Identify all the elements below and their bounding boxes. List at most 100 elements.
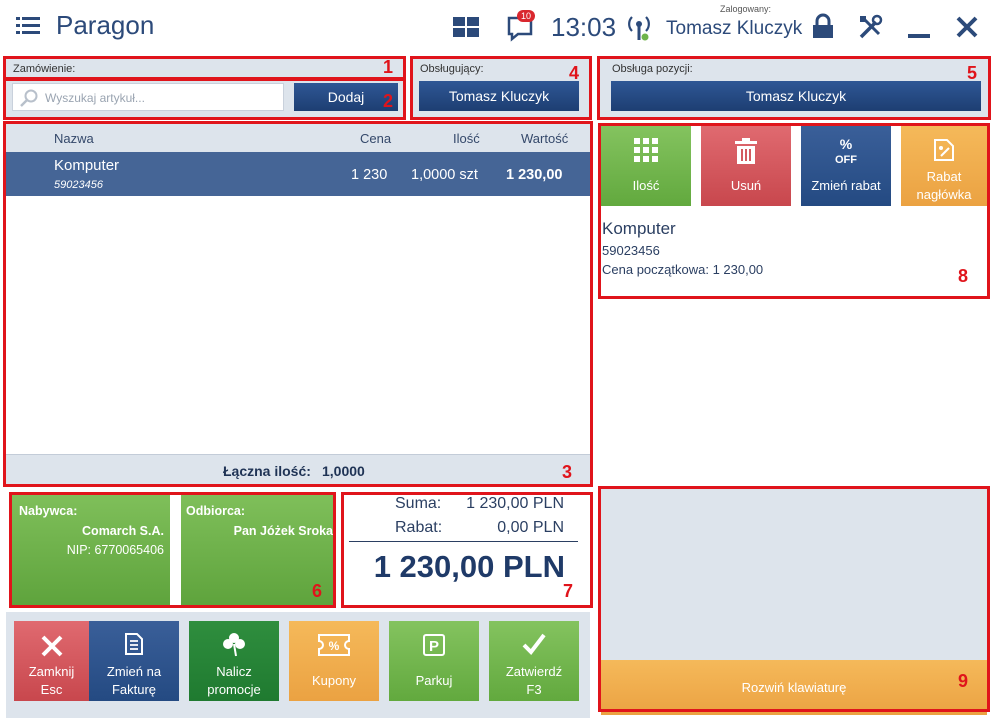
recipient-label: Odbiorca: <box>186 504 246 518</box>
grid-icon <box>634 138 658 162</box>
callout-number-6: 6 <box>312 581 323 601</box>
buyer-name: Comarch S.A. <box>82 524 164 538</box>
remove-tile[interactable]: Usuń <box>701 126 791 206</box>
detail-item-code: 59023456 <box>602 243 660 258</box>
callout-number-9: 9 <box>958 671 969 691</box>
detail-initial-price: Cena początkowa: 1 230,00 <box>602 262 764 277</box>
items-table: Nazwa Cena Ilość Wartość Komputer 590234… <box>6 124 590 484</box>
attendant-button[interactable]: Tomasz Kluczyk <box>419 81 579 111</box>
clock: 13:03 <box>551 12 617 42</box>
buyer-label: Nabywca: <box>19 504 78 518</box>
buyer-nip: NIP: 6770065406 <box>66 543 164 557</box>
callout-number-4: 4 <box>569 63 580 83</box>
callout-number-2: 2 <box>383 91 394 111</box>
coupons-label: Kupony <box>311 673 357 688</box>
column-name[interactable]: Nazwa <box>54 131 94 146</box>
svg-text:P: P <box>429 638 439 655</box>
confirm-label-line1: Zatwierdź <box>505 664 563 679</box>
percent-off-icon: % OFF <box>835 136 857 166</box>
expand-keyboard-button[interactable]: Rozwiń klawiaturę <box>601 660 987 715</box>
total-quantity-label: Łączna ilość: <box>223 463 311 479</box>
search-icon <box>20 89 38 107</box>
expand-keyboard-label: Rozwiń klawiaturę <box>741 680 847 695</box>
confirm-button[interactable]: Zatwierdź F3 <box>489 621 579 701</box>
totals-panel: Suma: 1 230,00 PLN Rabat: 0,00 PLN 1 230… <box>344 494 590 606</box>
sum-value: 1 230,00 PLN <box>466 495 564 512</box>
discount-label: Rabat: <box>395 519 443 536</box>
grand-total: 1 230,00 PLN <box>373 549 565 584</box>
trash-icon <box>735 138 757 164</box>
quantity-tile[interactable]: Ilość <box>601 126 691 206</box>
close-icon[interactable] <box>952 12 982 42</box>
top-bar: Paragon 10 13:03 Zalogowany: Tomasz Kluc… <box>0 0 1004 56</box>
table-footer: Łączna ilość: 1,0000 <box>6 454 590 484</box>
page-title: Paragon <box>56 10 155 40</box>
promo-label-line1: Nalicz <box>216 664 252 679</box>
callout-number-3: 3 <box>562 462 573 482</box>
change-to-invoice-button[interactable]: Zmień na Fakturę <box>89 621 179 701</box>
search-input[interactable] <box>45 88 275 108</box>
coupons-button[interactable]: % Kupony <box>289 621 379 701</box>
close-label-line2: Esc <box>40 682 63 697</box>
parking-icon: P <box>423 634 445 656</box>
confirm-label-line2: F3 <box>526 682 542 697</box>
column-price[interactable]: Cena <box>360 131 391 146</box>
clover-icon <box>223 633 245 657</box>
detail-item-name: Komputer <box>602 219 676 238</box>
park-label: Parkuj <box>415 673 453 688</box>
search-field <box>12 83 284 111</box>
logged-in-user[interactable]: Tomasz Kluczyk <box>666 18 802 40</box>
coupon-icon: % <box>318 634 350 656</box>
change-discount-tile-label: Zmień rabat <box>811 178 881 193</box>
attendant-label: Obsługujący: <box>420 63 484 75</box>
hamburger-menu-icon[interactable] <box>16 14 40 38</box>
tiles-grid-icon[interactable] <box>451 12 481 42</box>
close-label-line1: Zamknij <box>28 664 75 679</box>
callout-number-8: 8 <box>958 266 969 286</box>
table-row[interactable]: Komputer 59023456 1 230 1,0000 szt 1 230… <box>6 152 590 196</box>
buyer-tile[interactable]: Nabywca: Comarch S.A. NIP: 6770065406 <box>12 495 170 607</box>
callout-number-7: 7 <box>563 581 574 601</box>
row-item-code: 59023456 <box>54 179 103 191</box>
apply-promotions-button[interactable]: Nalicz promocje <box>189 621 279 701</box>
callout-number-5: 5 <box>967 63 978 83</box>
column-value[interactable]: Wartość <box>521 131 568 146</box>
recipient-tile[interactable]: Odbiorca: Pan Jóżek Sroka <box>181 495 333 607</box>
sum-label: Suma: <box>395 495 442 512</box>
discount-tag-icon <box>934 139 954 161</box>
header-discount-label-line1: Rabat <box>926 169 962 184</box>
position-handler-button[interactable]: Tomasz Kluczyk <box>611 81 981 111</box>
callout-number-1: 1 <box>383 57 394 77</box>
quantity-tile-label: Ilość <box>632 178 660 193</box>
x-icon <box>41 635 62 657</box>
change-discount-tile[interactable]: % OFF Zmień rabat <box>801 126 891 206</box>
row-item-quantity: 1,0000 szt <box>411 167 478 183</box>
invoice-label-line2: Fakturę <box>111 682 157 697</box>
header-discount-label-line2: nagłówka <box>916 187 972 202</box>
row-item-price: 1 230 <box>351 167 388 183</box>
svg-text:OFF: OFF <box>835 154 857 166</box>
checkmark-icon <box>522 633 546 656</box>
order-label: Zamówienie: <box>13 63 76 75</box>
svg-text:%: % <box>329 639 340 653</box>
tools-icon[interactable] <box>856 12 886 42</box>
header-discount-tile[interactable]: Rabat nagłówka <box>901 126 987 206</box>
invoice-label-line1: Zmień na <box>106 664 162 679</box>
connection-status-icon <box>628 16 650 41</box>
minimize-icon[interactable] <box>904 12 934 42</box>
discount-value: 0,00 PLN <box>497 519 564 536</box>
logged-in-label: Zalogowany: <box>720 4 772 14</box>
total-quantity-value: 1,0000 <box>322 463 365 479</box>
park-button[interactable]: P Parkuj <box>389 621 479 701</box>
lock-icon[interactable] <box>808 12 838 42</box>
totals-divider <box>349 541 578 542</box>
column-quantity[interactable]: Ilość <box>453 131 480 146</box>
notification-badge: 10 <box>517 10 536 22</box>
row-item-value: 1 230,00 <box>506 167 563 183</box>
remove-tile-label: Usuń <box>730 178 762 193</box>
svg-text:%: % <box>840 136 853 152</box>
row-item-name: Komputer <box>54 157 120 174</box>
close-receipt-button[interactable]: Zamknij Esc <box>14 621 89 701</box>
table-header: Nazwa Cena Ilość Wartość <box>6 124 590 152</box>
recipient-name: Pan Jóżek Sroka <box>233 524 333 538</box>
